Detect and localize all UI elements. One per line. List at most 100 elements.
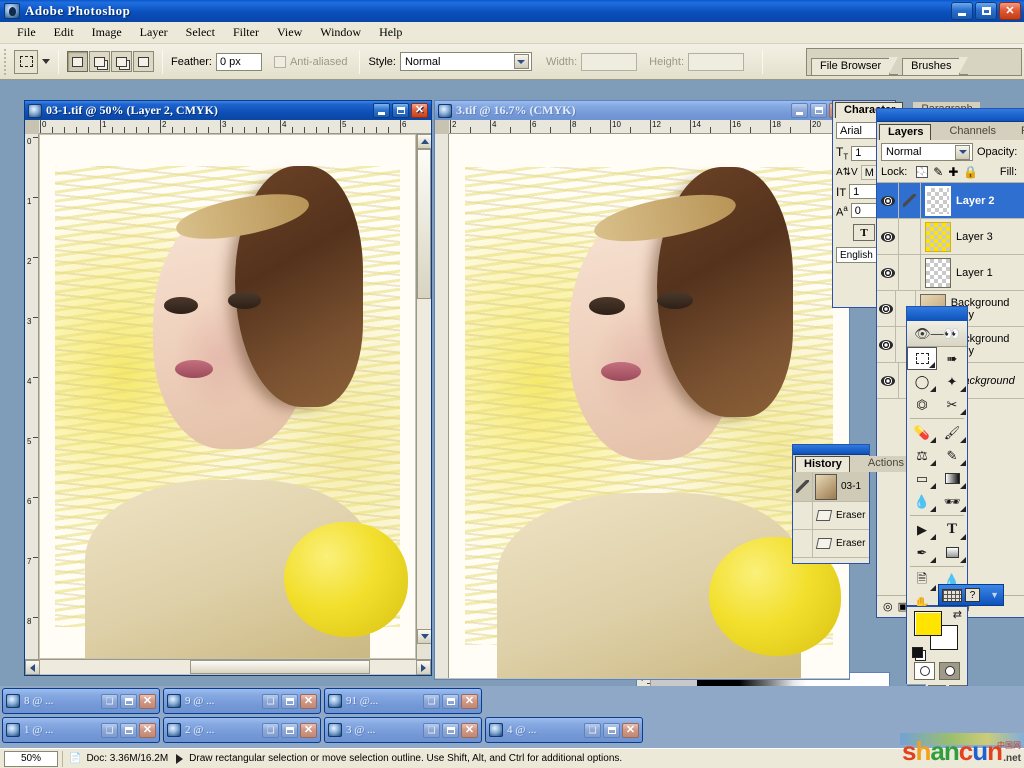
tab-actions[interactable]: Actions bbox=[859, 456, 911, 472]
tool-rectangle[interactable] bbox=[937, 541, 967, 564]
foreground-color-swatch[interactable] bbox=[914, 611, 942, 636]
min-maximize-button[interactable] bbox=[281, 722, 298, 738]
layer-thumbnail[interactable] bbox=[925, 221, 951, 252]
palette-well-tab-file-browser[interactable]: File Browser bbox=[811, 57, 899, 75]
keyboard-icon[interactable] bbox=[942, 588, 962, 602]
default-colors-icon[interactable] bbox=[912, 647, 923, 658]
min-maximize-button[interactable] bbox=[442, 722, 459, 738]
tools-grid-vector[interactable]: ▶ T ✒ bbox=[907, 518, 967, 564]
chevron-down-icon[interactable]: ▼ bbox=[990, 590, 1003, 600]
menu-edit[interactable]: Edit bbox=[45, 23, 83, 42]
vertical-scroll-thumb[interactable] bbox=[417, 149, 431, 299]
minimized-window-9[interactable]: 9 @ ... ❑ ✕ bbox=[163, 688, 321, 714]
min-close-button[interactable]: ✕ bbox=[139, 693, 156, 709]
menu-select[interactable]: Select bbox=[177, 23, 224, 42]
tools-grid-retouch[interactable]: 💊 🖌 ⚖ ✎ ▭ 💧 🕶 bbox=[907, 421, 967, 513]
standard-mode-button[interactable] bbox=[914, 662, 935, 680]
layer-thumbnail[interactable] bbox=[925, 185, 951, 216]
min-restore-button[interactable]: ❑ bbox=[584, 722, 601, 738]
canvas-3tif[interactable] bbox=[449, 134, 849, 678]
horizontal-scroll-thumb[interactable] bbox=[190, 660, 370, 674]
tool-slice[interactable]: ✂ bbox=[937, 393, 967, 416]
tools-grid[interactable]: ➠ ◯ ✦ ⏣ ✂ bbox=[907, 347, 967, 416]
tool-gradient[interactable] bbox=[937, 467, 967, 490]
app-minimize-button[interactable] bbox=[951, 2, 973, 20]
minimized-window-91[interactable]: 91 @... ❑ ✕ bbox=[324, 688, 482, 714]
minimized-window-4[interactable]: 4 @ ... ❑ ✕ bbox=[485, 717, 643, 743]
tool-path-selection[interactable]: ▶ bbox=[907, 518, 937, 541]
height-input[interactable] bbox=[688, 52, 745, 71]
doc-maximize-button[interactable] bbox=[810, 103, 827, 118]
tool-eraser[interactable]: ▭ bbox=[907, 467, 937, 490]
swap-colors-icon[interactable]: ⇄ bbox=[953, 608, 962, 621]
tool-preset-chevron-down-icon[interactable] bbox=[42, 59, 50, 64]
lock-all-icon[interactable]: 🔒 bbox=[963, 165, 978, 179]
doc-close-button[interactable]: ✕ bbox=[411, 103, 428, 118]
layer-style-icon[interactable]: ◎ bbox=[883, 600, 893, 613]
tab-channels[interactable]: Channels bbox=[941, 124, 1003, 140]
tool-dodge[interactable]: 🕶 bbox=[937, 490, 967, 513]
canvas-horizontal-scrollbar[interactable] bbox=[25, 659, 431, 675]
palette-well-tab-brushes[interactable]: Brushes bbox=[902, 57, 969, 75]
tab-layers[interactable]: Layers bbox=[879, 124, 932, 140]
min-close-button[interactable]: ✕ bbox=[139, 722, 156, 738]
min-maximize-button[interactable] bbox=[120, 693, 137, 709]
min-close-button[interactable]: ✕ bbox=[461, 693, 478, 709]
history-entry-eraser-2[interactable]: Eraser bbox=[793, 530, 869, 558]
feather-input[interactable]: 0 px bbox=[215, 52, 262, 71]
history-entry-snapshot[interactable]: 03-1 bbox=[793, 472, 869, 502]
min-restore-button[interactable]: ❑ bbox=[101, 693, 118, 709]
add-to-selection-button[interactable] bbox=[89, 51, 110, 72]
toolbox[interactable]: 👁—👀 ➠ ◯ ✦ ⏣ ✂ 💊 🖌 ⚖ ✎ ▭ 💧 🕶 ▶ T ✒ 🗎 💧 ✋ … bbox=[906, 306, 968, 611]
history-brush-source-icon[interactable] bbox=[796, 480, 809, 493]
history-list[interactable]: 03-1 Eraser Eraser bbox=[793, 472, 869, 558]
tab-paths[interactable]: Paths bbox=[1012, 124, 1024, 140]
history-palette[interactable]: History Actions 03-1 Eraser Eraser bbox=[792, 444, 911, 564]
menu-filter[interactable]: Filter bbox=[224, 23, 268, 42]
min-maximize-button[interactable] bbox=[281, 693, 298, 709]
options-bar-grip[interactable] bbox=[3, 48, 9, 75]
subtract-from-selection-button[interactable] bbox=[111, 51, 132, 72]
baseline-shift-input[interactable]: 0 bbox=[850, 203, 879, 219]
min-close-button[interactable]: ✕ bbox=[622, 722, 639, 738]
document-window-03-1tif[interactable]: 03-1.tif @ 50% (Layer 2, CMYK) ✕ 0 1 2 3… bbox=[24, 100, 432, 676]
layer-row-layer-1[interactable]: Layer 1 bbox=[877, 255, 1024, 291]
intersect-selection-button[interactable] bbox=[133, 51, 154, 72]
style-select[interactable]: Normal bbox=[399, 52, 532, 71]
tool-brush[interactable]: 🖌 bbox=[937, 421, 967, 444]
lock-image-icon[interactable]: ✎ bbox=[933, 165, 943, 179]
quickmask-mode-group[interactable] bbox=[907, 659, 967, 683]
tool-pen[interactable]: ✒ bbox=[907, 541, 937, 564]
app-close-button[interactable]: ✕ bbox=[999, 2, 1021, 20]
blend-mode-select[interactable]: Normal bbox=[881, 143, 973, 161]
help-icon[interactable]: ? bbox=[965, 588, 980, 602]
scroll-down-button[interactable] bbox=[417, 629, 431, 644]
menu-layer[interactable]: Layer bbox=[131, 23, 177, 42]
min-close-button[interactable]: ✕ bbox=[300, 693, 317, 709]
history-entry-eraser-1[interactable]: Eraser bbox=[793, 502, 869, 530]
quickmask-mode-button[interactable] bbox=[939, 662, 960, 680]
min-close-button[interactable]: ✕ bbox=[300, 722, 317, 738]
min-close-button[interactable]: ✕ bbox=[461, 722, 478, 738]
app-restore-button[interactable] bbox=[975, 2, 997, 20]
doc-maximize-button[interactable] bbox=[392, 103, 409, 118]
scroll-left-button[interactable] bbox=[25, 660, 40, 675]
lock-position-icon[interactable]: ✚ bbox=[948, 165, 958, 179]
scroll-right-button[interactable] bbox=[416, 660, 431, 675]
zoom-level-input[interactable]: 50% bbox=[4, 750, 58, 767]
faux-bold-button[interactable]: T bbox=[853, 224, 875, 242]
chevron-down-icon[interactable] bbox=[955, 144, 970, 160]
eye-icon[interactable] bbox=[879, 339, 894, 350]
min-maximize-button[interactable] bbox=[603, 722, 620, 738]
anti-aliased-checkbox[interactable] bbox=[273, 55, 286, 68]
document-titlebar-03-1tif[interactable]: 03-1.tif @ 50% (Layer 2, CMYK) ✕ bbox=[25, 101, 431, 120]
min-restore-button[interactable]: ❑ bbox=[101, 722, 118, 738]
eye-icon[interactable] bbox=[880, 267, 895, 278]
history-palette-grabber[interactable] bbox=[793, 445, 869, 455]
menu-view[interactable]: View bbox=[268, 23, 311, 42]
leading-input[interactable]: 1 bbox=[849, 184, 878, 200]
tool-clone-stamp[interactable]: ⚖ bbox=[907, 444, 937, 467]
tool-notes[interactable]: 🗎 bbox=[907, 569, 937, 592]
canvas-vertical-scrollbar[interactable] bbox=[416, 134, 431, 659]
tool-type[interactable]: T bbox=[937, 518, 967, 541]
